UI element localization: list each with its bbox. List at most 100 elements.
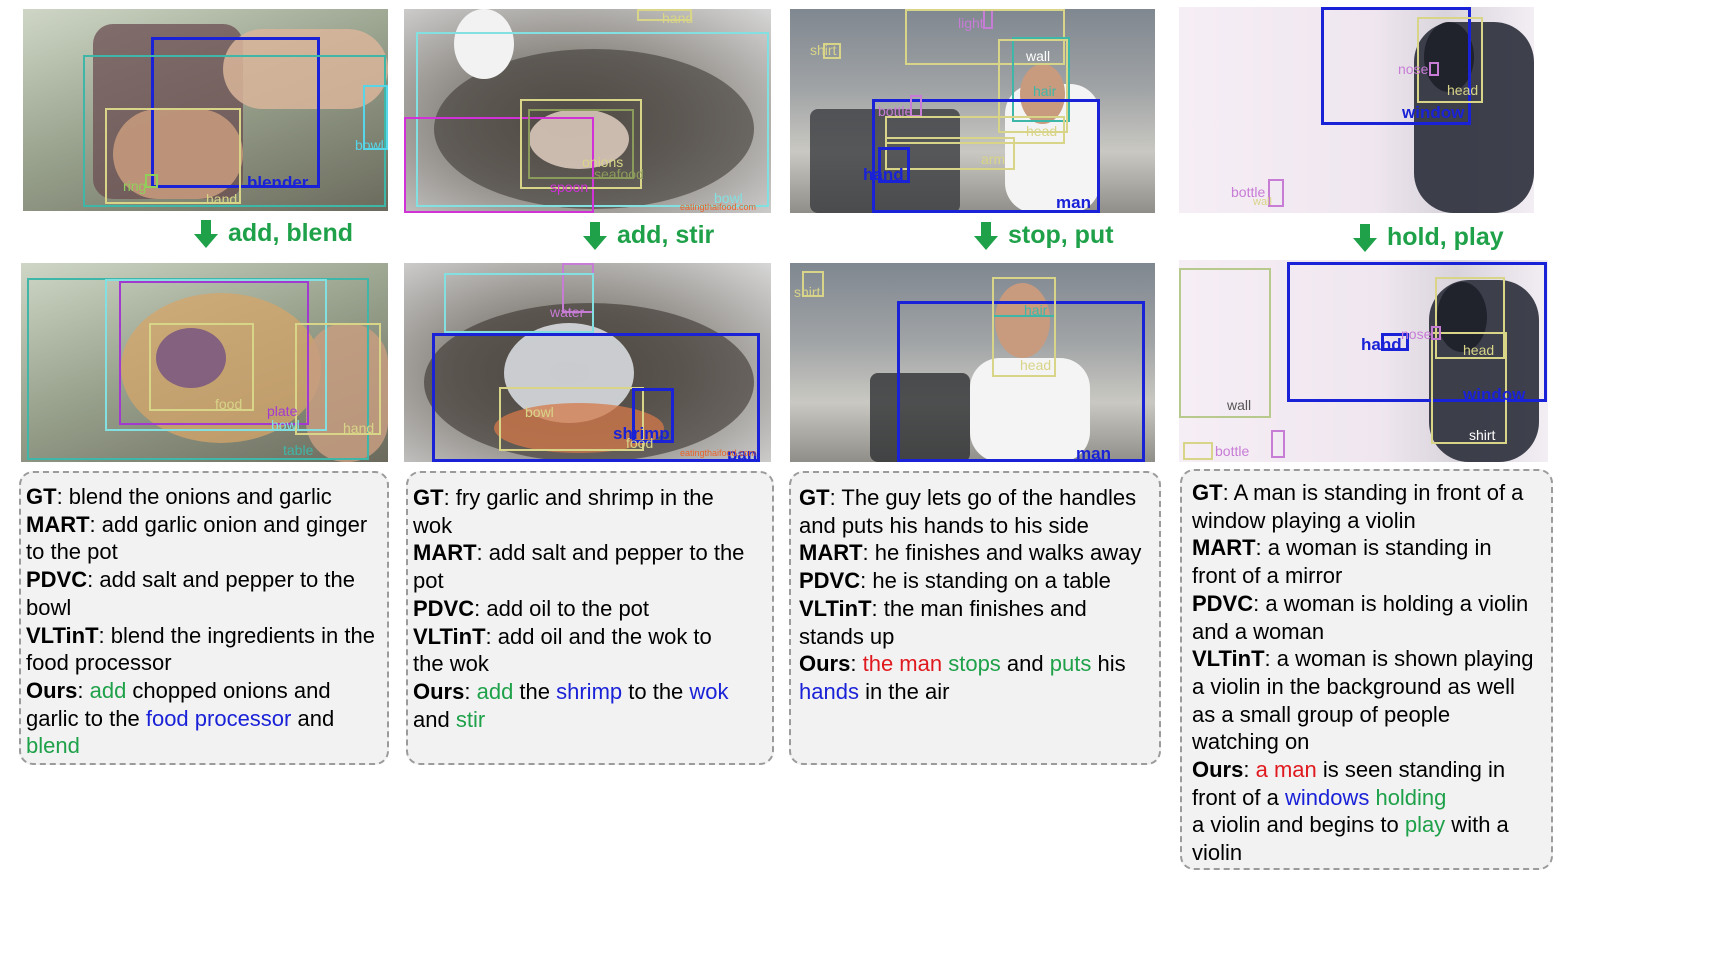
arrow-label: stop, put bbox=[1008, 221, 1114, 249]
label-head: head bbox=[1463, 342, 1495, 358]
frame-c4-bottom: hand nose head wall window shirt bottle bbox=[1179, 260, 1548, 462]
down-arrow-icon bbox=[583, 221, 607, 250]
label-bowl: bowl bbox=[355, 137, 384, 153]
label-head: head bbox=[1447, 82, 1479, 98]
caption-gt-cont: and puts his hands to his side bbox=[799, 512, 1089, 538]
caption-text: : add garlic onion and ginger bbox=[89, 511, 368, 537]
label-plate: plate bbox=[267, 403, 298, 419]
bbox-bottle bbox=[1271, 430, 1285, 458]
caption-gt: GT: The guy lets go of the handles bbox=[799, 484, 1155, 512]
label-seafood: seafood bbox=[594, 166, 644, 182]
caption-model-name: GT bbox=[1192, 480, 1223, 505]
caption-text: and bbox=[1000, 651, 1050, 677]
caption-model-name: PDVC bbox=[26, 567, 88, 593]
label-hand: hand bbox=[206, 191, 238, 207]
frame-c3-bottom: shirt hair head man bbox=[790, 263, 1155, 462]
caption-text: chopped onions and bbox=[126, 677, 331, 703]
caption-model-name: GT bbox=[799, 485, 830, 510]
label-nose: nose bbox=[1398, 61, 1429, 77]
caption-text: a violin and begins to bbox=[1192, 812, 1405, 838]
caption-pdvc: PDVC: he is standing on a table bbox=[799, 567, 1155, 595]
label-window: window bbox=[1463, 385, 1526, 404]
label-arm: arm bbox=[981, 151, 1006, 167]
caption-text: : add salt and pepper to the bbox=[87, 567, 355, 593]
caption-text: : add oil to the pot bbox=[474, 595, 650, 621]
caption-text: holding bbox=[1375, 784, 1447, 810]
caption-mart: MART: add garlic onion and ginger bbox=[26, 511, 383, 539]
caption-ours-cont: front of a windows holding bbox=[1192, 784, 1547, 812]
frame-c3-top: light shirt wall hair bottle head arm ha… bbox=[790, 9, 1155, 213]
caption-ours-cont2: blend bbox=[26, 733, 80, 759]
caption-text: and bbox=[413, 706, 456, 732]
caption-gt-cont: window playing a violin bbox=[1192, 507, 1416, 533]
label-spoon: spoon bbox=[550, 179, 589, 195]
caption-mart-cont: pot bbox=[413, 568, 444, 594]
label-bottle: bottle bbox=[1215, 443, 1250, 459]
caption-mart: MART: he finishes and walks away bbox=[799, 539, 1155, 567]
caption-text: stir bbox=[455, 706, 486, 732]
caption-model-name: MART bbox=[26, 511, 90, 537]
caption-text: hands bbox=[799, 678, 859, 704]
label-food: food bbox=[626, 435, 654, 451]
frame-c2-bottom: water bowl shrimp food pan eatingthaifoo… bbox=[404, 263, 771, 462]
caption-model-name: VLTinT bbox=[799, 595, 872, 621]
caption-panel-c2: GT: fry garlic and shrimp in the wok MAR… bbox=[406, 471, 774, 765]
caption-text: add bbox=[476, 678, 514, 704]
caption-text: play bbox=[1404, 812, 1446, 838]
caption-text: : the man finishes and bbox=[871, 595, 1087, 621]
caption-text: : blend the ingredients in the bbox=[98, 622, 375, 648]
bbox-nose bbox=[1429, 62, 1439, 76]
label-table: table bbox=[283, 442, 314, 458]
label-hand: hand bbox=[343, 420, 375, 436]
label-head: head bbox=[1020, 357, 1052, 373]
caption-ours: Ours: add chopped onions and bbox=[26, 677, 383, 705]
caption-pdvc-cont: bowl bbox=[26, 594, 72, 620]
caption-pdvc: PDVC: add oil to the pot bbox=[413, 595, 768, 623]
arrow-label: hold, play bbox=[1387, 223, 1504, 251]
caption-vltint: VLTinT: the man finishes and bbox=[799, 595, 1155, 623]
caption-text: : bbox=[850, 651, 863, 677]
caption-mart: MART: a woman is standing in bbox=[1192, 534, 1547, 562]
caption-model-name: Ours bbox=[1192, 757, 1244, 783]
frame-c2-top: hand onions seafood spoon bowl eatingtha… bbox=[404, 9, 771, 213]
frame-c1-top: blender bowl ring hand bbox=[23, 9, 388, 211]
caption-text: windows bbox=[1284, 784, 1370, 810]
caption-gt: GT: blend the onions and garlic bbox=[26, 483, 383, 511]
caption-model-name: GT bbox=[26, 484, 57, 509]
caption-text: add bbox=[89, 677, 127, 703]
caption-model-name: Ours bbox=[26, 677, 78, 703]
caption-vltint-cont2: as a small group of people bbox=[1192, 701, 1451, 727]
caption-vltint: VLTinT: add oil and the wok to bbox=[413, 623, 768, 651]
arrow-label: add, blend bbox=[228, 219, 353, 247]
caption-text: food processor bbox=[145, 705, 292, 731]
label-window: window bbox=[1402, 103, 1465, 122]
label-food: food bbox=[215, 396, 243, 412]
caption-text: wok bbox=[689, 678, 729, 704]
caption-text: is seen standing in bbox=[1316, 757, 1506, 783]
caption-gt-cont: wok bbox=[413, 512, 453, 538]
caption-mart-cont: to the pot bbox=[26, 539, 118, 565]
frame-c4-top: nose head window bottle wall bbox=[1179, 7, 1534, 213]
caption-model-name: PDVC bbox=[799, 568, 861, 594]
caption-gt: GT: fry garlic and shrimp in the bbox=[413, 484, 768, 512]
label-bottle: bottle bbox=[878, 103, 913, 119]
bbox-bottle-2 bbox=[1183, 442, 1213, 460]
caption-mart-cont: front of a mirror bbox=[1192, 563, 1343, 589]
caption-ours: Ours: add the shrimp to the wok bbox=[413, 678, 768, 706]
bbox-wall bbox=[1179, 268, 1271, 418]
label-man: man bbox=[1076, 444, 1111, 462]
bbox-hand bbox=[295, 323, 381, 435]
caption-text: : add salt and pepper to the bbox=[476, 540, 745, 566]
label-hair: hair bbox=[1033, 83, 1057, 99]
arrow-label: add, stir bbox=[617, 221, 715, 249]
caption-text: : bbox=[77, 677, 90, 703]
label-bowl: bowl bbox=[525, 404, 554, 420]
caption-text: garlic to the bbox=[26, 705, 146, 731]
label-shirt: shirt bbox=[810, 42, 837, 58]
caption-text: shrimp bbox=[556, 678, 623, 704]
caption-ours-cont: and stir bbox=[413, 706, 768, 734]
label-wall: wall bbox=[1253, 196, 1272, 208]
caption-model-name: MART bbox=[413, 540, 477, 566]
caption-vltint: VLTinT: blend the ingredients in the bbox=[26, 622, 383, 650]
watermark: eatingthaifood.com bbox=[680, 202, 757, 212]
